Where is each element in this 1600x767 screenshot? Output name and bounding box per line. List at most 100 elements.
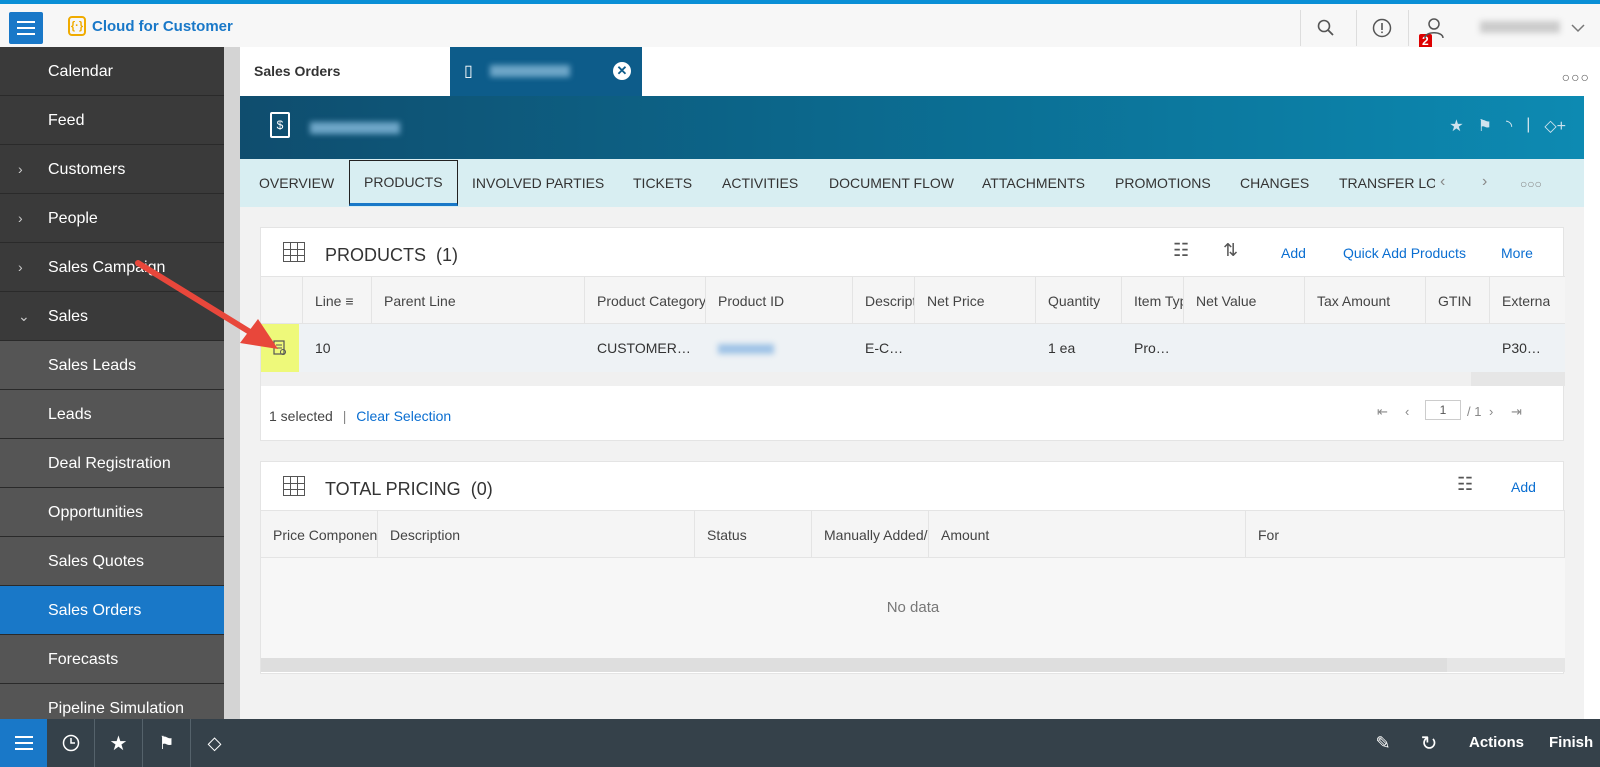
sidebar-item-opportunities[interactable]: Opportunities — [0, 488, 224, 537]
sidebar-item-leads[interactable]: Leads — [0, 390, 224, 439]
tag-icon[interactable]: ◇ — [191, 719, 238, 767]
top-divider — [1300, 10, 1301, 46]
tab-activities[interactable]: ACTIVITIES — [722, 159, 798, 207]
clear-selection-link[interactable]: Clear Selection — [356, 408, 451, 424]
col-for[interactable]: For — [1246, 511, 1565, 559]
cell-description: E-C… — [865, 340, 904, 356]
col-parent-line[interactable]: Parent Line — [372, 277, 585, 325]
sidebar-item-people[interactable]: › People — [0, 194, 224, 243]
col-product-id[interactable]: Product ID — [706, 277, 853, 325]
first-page-icon[interactable]: ⇤ — [1377, 404, 1388, 420]
last-page-icon[interactable]: ⇥ — [1511, 404, 1522, 420]
pricing-title: TOTAL PRICING (0) — [325, 479, 493, 500]
col-description[interactable]: Descript — [853, 277, 915, 325]
add-pricing-button[interactable]: Add — [1511, 479, 1536, 495]
tab-attachments[interactable]: ATTACHMENTS — [982, 159, 1085, 207]
col-net-price[interactable]: Net Price — [915, 277, 1036, 325]
checklist-icon[interactable]: ☷ — [1457, 474, 1473, 495]
tab-products[interactable]: PRODUCTS — [349, 160, 458, 206]
filter-icon[interactable]: ≡ — [345, 293, 353, 309]
tab-changes[interactable]: CHANGES — [1240, 159, 1309, 207]
logo-icon: {·} — [68, 16, 86, 36]
rss-icon[interactable]: ◝ — [1506, 116, 1512, 136]
divider: | — [342, 408, 347, 424]
add-product-button[interactable]: Add — [1281, 245, 1306, 261]
edit-icon[interactable]: ✎ — [1366, 719, 1400, 767]
top-bar: {·} Cloud for Customer 2 — [0, 4, 1600, 49]
table-row[interactable]: 10 CUSTOMER… E-C… 1 ea Pro… P30… — [261, 324, 1565, 372]
menu-button[interactable] — [9, 12, 43, 44]
tab-sales-orders[interactable]: Sales Orders — [240, 47, 450, 96]
sidebar-item-pipeline-simulation[interactable]: Pipeline Simulation — [0, 684, 224, 719]
checklist-icon[interactable]: ☷ — [1173, 240, 1189, 261]
col-manually-added[interactable]: Manually Added/ — [812, 511, 929, 559]
chevron-left-icon[interactable]: ‹ — [1440, 173, 1445, 191]
sidebar-item-forecasts[interactable]: Forecasts — [0, 635, 224, 684]
content-scrollbar[interactable] — [1584, 96, 1600, 719]
sidebar-item-feed[interactable]: Feed — [0, 96, 224, 145]
col-description[interactable]: Description — [378, 511, 695, 559]
finish-button[interactable]: Finish — [1549, 734, 1593, 751]
user-name-redacted[interactable] — [1480, 21, 1560, 33]
col-label: Line — [315, 293, 342, 309]
favorites-icon[interactable]: ★ — [95, 719, 142, 767]
col-net-value[interactable]: Net Value — [1184, 277, 1305, 325]
col-amount[interactable]: Amount — [929, 511, 1246, 559]
table-settings-icon[interactable] — [283, 476, 305, 496]
user-icon[interactable] — [1422, 16, 1446, 40]
chevron-down-icon[interactable] — [1566, 16, 1590, 40]
sidebar-item-deal-registration[interactable]: Deal Registration — [0, 439, 224, 488]
chevron-right-icon[interactable]: › — [1482, 173, 1487, 191]
col-item-type[interactable]: Item Typ — [1122, 277, 1184, 325]
menu-icon[interactable] — [0, 719, 47, 767]
actions-button[interactable]: Actions — [1469, 734, 1524, 751]
pricing-table-header: Price Componen Description Status Manual… — [261, 510, 1565, 559]
flag-icon[interactable]: ⚑ — [1478, 116, 1492, 136]
chevron-right-icon: › — [18, 259, 23, 275]
sidebar-item-label: Feed — [48, 112, 85, 129]
more-options-icon[interactable]: ○○○ — [1562, 69, 1590, 85]
sidebar-item-customers[interactable]: › Customers — [0, 145, 224, 194]
col-external[interactable]: Externa — [1490, 277, 1550, 325]
prev-page-icon[interactable]: ‹ — [1405, 404, 1409, 419]
page-number-input[interactable]: 1 — [1425, 400, 1461, 420]
search-icon[interactable] — [1314, 16, 1338, 40]
cell-product-id[interactable] — [706, 324, 853, 372]
col-gtin[interactable]: GTIN — [1426, 277, 1490, 325]
flag-icon[interactable]: ⚑ — [143, 719, 190, 767]
tab-tickets[interactable]: TICKETS — [633, 159, 692, 207]
products-horizontal-scrollbar[interactable] — [261, 372, 1565, 386]
app-logo[interactable]: {·} Cloud for Customer — [68, 16, 233, 36]
col-status[interactable]: Status — [695, 511, 812, 559]
col-price-component[interactable]: Price Componen — [261, 511, 378, 559]
sidebar-scrollbar[interactable] — [224, 47, 240, 719]
close-icon[interactable]: ✕ — [613, 62, 631, 80]
tab-overview[interactable]: OVERVIEW — [259, 159, 334, 207]
alert-icon[interactable] — [1370, 16, 1394, 40]
col-line[interactable]: Line ≡ — [303, 277, 372, 325]
sidebar-item-sales-quotes[interactable]: Sales Quotes — [0, 537, 224, 586]
sidebar-item-label: Customers — [48, 161, 126, 178]
next-page-icon[interactable]: › — [1489, 404, 1493, 419]
pricing-horizontal-scrollbar[interactable] — [261, 658, 1565, 672]
tab-transfer-log[interactable]: TRANSFER LO — [1339, 159, 1435, 207]
more-button[interactable]: More — [1501, 245, 1533, 261]
sidebar-item-calendar[interactable]: Calendar — [0, 47, 224, 96]
scroll-thumb[interactable] — [261, 658, 1447, 672]
star-icon[interactable]: ★ — [1449, 116, 1463, 136]
tab-sales-order-detail[interactable]: ▯ ✕ — [450, 47, 642, 96]
tab-document-flow[interactable]: DOCUMENT FLOW — [829, 159, 954, 207]
recent-icon[interactable] — [47, 719, 94, 767]
col-product-category[interactable]: Product Category — [585, 277, 706, 325]
tab-promotions[interactable]: PROMOTIONS — [1115, 159, 1211, 207]
col-tax-amount[interactable]: Tax Amount — [1305, 277, 1426, 325]
tab-involved-parties[interactable]: INVOLVED PARTIES — [472, 159, 604, 207]
more-tabs-icon[interactable]: ○○○ — [1520, 177, 1542, 191]
quick-add-products-button[interactable]: Quick Add Products — [1343, 245, 1466, 261]
col-quantity[interactable]: Quantity — [1036, 277, 1122, 325]
sort-icon[interactable]: ⇅ — [1223, 240, 1238, 261]
scroll-thumb[interactable] — [261, 372, 1471, 386]
tag-add-icon[interactable]: ◇+ — [1544, 116, 1566, 136]
sidebar-item-sales-orders[interactable]: Sales Orders — [0, 586, 224, 635]
refresh-icon[interactable]: ↻ — [1412, 719, 1446, 767]
